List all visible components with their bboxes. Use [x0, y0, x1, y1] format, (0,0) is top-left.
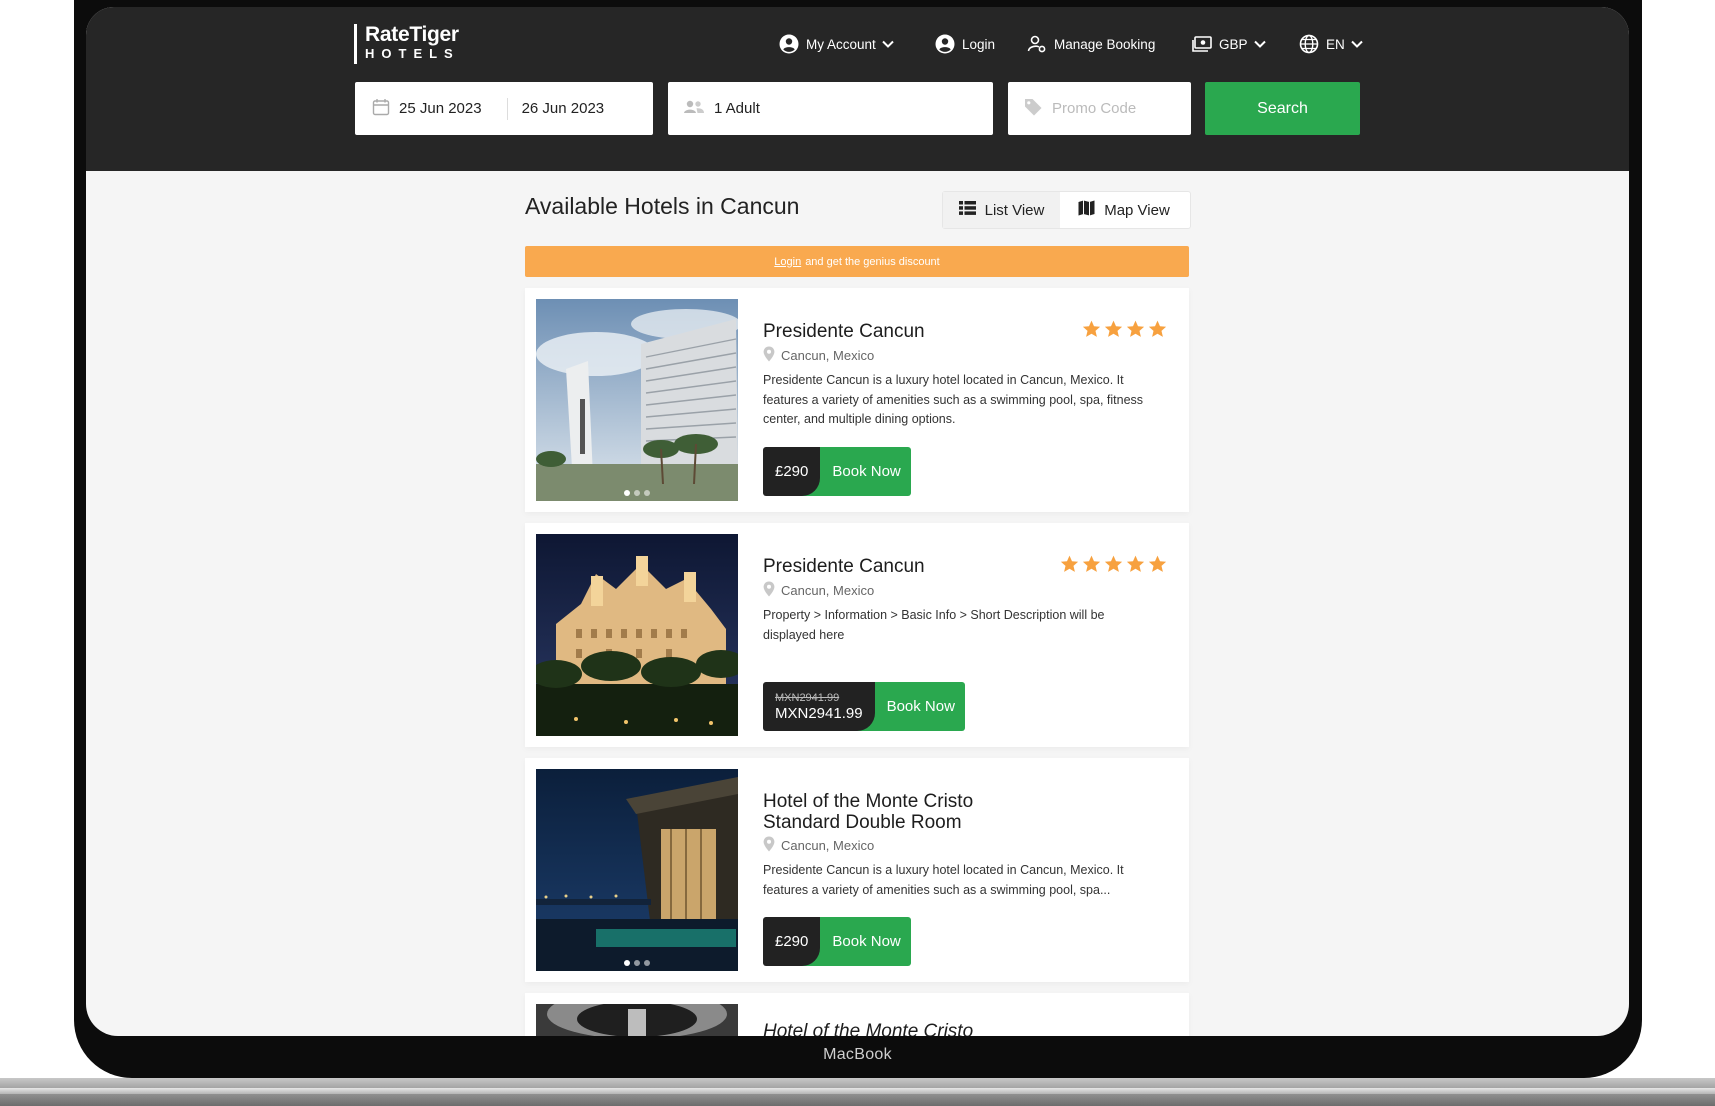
- hotel-location: Cancun, Mexico: [763, 346, 874, 365]
- nav-my-account-label: My Account: [806, 36, 876, 52]
- nav-login[interactable]: Login: [935, 32, 995, 56]
- location-pin-icon: [763, 346, 775, 365]
- hotel-location: Cancun, Mexico: [763, 581, 874, 600]
- device-label: MacBook: [823, 1046, 892, 1063]
- hotel-name[interactable]: Presidente Cancun: [763, 321, 925, 342]
- book-now-button[interactable]: £290 Book Now: [763, 917, 911, 966]
- star-rating: [1060, 555, 1167, 578]
- page-title: Available Hotels in Cancun: [525, 193, 800, 219]
- genius-discount-banner: Login and get the genius discount: [525, 246, 1189, 277]
- price-badge: £290: [763, 917, 821, 966]
- chevron-down-icon: [1253, 40, 1266, 48]
- guests-value: 1 Adult: [714, 100, 760, 117]
- star-icon: [1148, 555, 1167, 578]
- check-in-date[interactable]: 25 Jun 2023: [399, 100, 482, 117]
- guests-field[interactable]: 1 Adult: [668, 82, 993, 135]
- location-pin-icon: [763, 581, 775, 600]
- list-icon: [958, 201, 976, 219]
- site-header: RateTiger HOTELS My Account Login Manage…: [86, 7, 1629, 171]
- hotel-description: Presidente Cancun is a luxury hotel loca…: [763, 373, 1144, 426]
- calendar-icon: [372, 98, 390, 120]
- map-view-label: Map View: [1104, 201, 1170, 219]
- nav-my-account[interactable]: My Account: [779, 32, 894, 56]
- hotel-location: Cancun, Mexico: [763, 836, 874, 855]
- screen: RateTiger HOTELS My Account Login Manage…: [86, 7, 1629, 1036]
- star-icon: [1104, 320, 1123, 343]
- star-icon: [1148, 320, 1167, 343]
- photo-carousel-dots[interactable]: [536, 960, 738, 966]
- nav-currency-label: GBP: [1219, 36, 1248, 52]
- hotel-photo[interactable]: [536, 769, 738, 971]
- search-button[interactable]: Search: [1205, 82, 1360, 135]
- tag-icon: [1023, 97, 1043, 121]
- nav-manage-booking[interactable]: Manage Booking: [1027, 32, 1155, 56]
- hotel-card: Presidente Cancun Cancun, Mexico Preside…: [525, 288, 1189, 512]
- nav-manage-booking-label: Manage Booking: [1054, 36, 1156, 52]
- price-badge: £290: [763, 447, 821, 496]
- hotel-photo[interactable]: [536, 1004, 738, 1036]
- map-icon: [1078, 200, 1095, 220]
- star-icon: [1060, 555, 1079, 578]
- star-icon: [1082, 555, 1101, 578]
- promo-code-field[interactable]: Promo Code: [1008, 82, 1191, 135]
- star-icon: [1104, 555, 1123, 578]
- photo-carousel-dots[interactable]: [536, 490, 738, 496]
- hotel-description: Presidente Cancun is a luxury hotel loca…: [763, 863, 1124, 897]
- map-view-button[interactable]: Map View: [1060, 192, 1188, 228]
- location-pin-icon: [763, 836, 775, 855]
- laptop-base: [0, 1078, 1715, 1106]
- hotel-card: Hotel of the Monte Cristo: [525, 993, 1189, 1036]
- date-range-field[interactable]: 25 Jun 2023 26 Jun 2023: [355, 82, 653, 135]
- people-icon: [683, 99, 705, 119]
- discount-text: and get the genius discount: [805, 255, 940, 268]
- user-cog-icon: [1027, 34, 1047, 54]
- nav-currency[interactable]: GBP: [1192, 32, 1266, 56]
- hotel-description: Property > Information > Basic Info > Sh…: [763, 608, 1105, 642]
- hotel-card: Hotel of the Monte Cristo Standard Doubl…: [525, 758, 1189, 982]
- hotel-card: Presidente Cancun Cancun, Mexico Propert…: [525, 523, 1189, 747]
- list-view-button[interactable]: List View: [943, 192, 1060, 228]
- logo[interactable]: RateTiger HOTELS: [354, 24, 485, 64]
- user-circle-icon: [779, 34, 799, 54]
- star-icon: [1126, 555, 1145, 578]
- check-out-date[interactable]: 26 Jun 2023: [522, 100, 605, 117]
- hotel-photo[interactable]: [536, 299, 738, 501]
- date-divider: [506, 97, 508, 120]
- view-toggle: List View Map View: [942, 191, 1191, 229]
- nav-login-label: Login: [962, 36, 996, 52]
- list-view-label: List View: [984, 201, 1045, 219]
- book-now-button[interactable]: MXN2941.99 MXN2941.99 Book Now: [763, 682, 965, 731]
- book-now-button[interactable]: £290 Book Now: [763, 447, 911, 496]
- hotel-photo[interactable]: [536, 534, 738, 736]
- currency-icon: [1192, 35, 1212, 53]
- star-icon: [1126, 320, 1145, 343]
- nav-language[interactable]: EN: [1299, 32, 1363, 56]
- original-price: MXN2941.99: [775, 691, 840, 704]
- chevron-down-icon: [882, 40, 894, 48]
- hotel-name[interactable]: Presidente Cancun: [763, 556, 925, 577]
- hotel-name[interactable]: Hotel of the Monte Cristo: [763, 1021, 973, 1036]
- chevron-down-icon: [1351, 40, 1363, 48]
- user-circle-icon: [935, 34, 955, 54]
- nav-language-label: EN: [1326, 36, 1345, 52]
- star-rating: [1082, 320, 1167, 343]
- promo-code-placeholder: Promo Code: [1052, 100, 1137, 117]
- discounted-price: MXN2941.99: [775, 704, 863, 722]
- star-icon: [1082, 320, 1101, 343]
- hotel-name[interactable]: Hotel of the Monte Cristo Standard Doubl…: [763, 791, 1023, 833]
- price-badge: MXN2941.99 MXN2941.99: [763, 682, 875, 731]
- globe-icon: [1299, 34, 1319, 54]
- discount-login-link[interactable]: Login: [774, 256, 801, 268]
